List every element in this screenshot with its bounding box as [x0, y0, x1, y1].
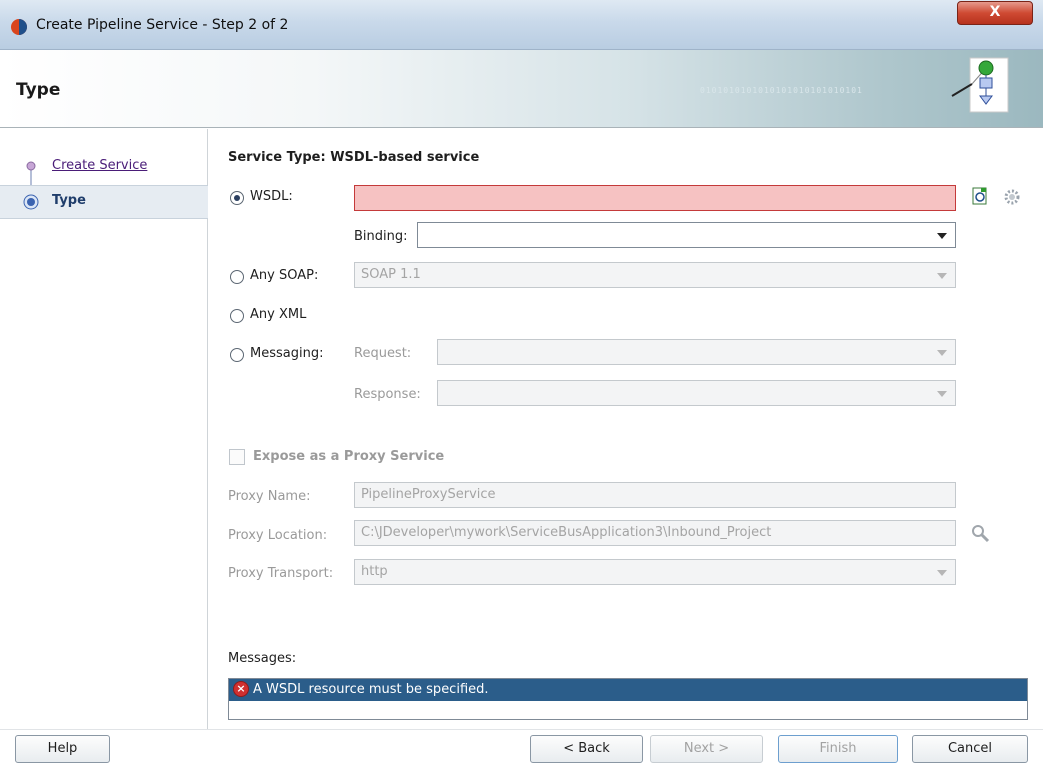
- chevron-down-icon: [937, 350, 947, 356]
- chevron-down-icon: [937, 273, 947, 279]
- header-banner: [0, 50, 1043, 128]
- proxy-transport-value: http: [361, 564, 388, 579]
- messaging-label: Messaging:: [250, 346, 324, 361]
- app-icon: [11, 19, 27, 35]
- current-step-icon: [23, 194, 39, 210]
- proxy-transport-select: http: [354, 559, 956, 585]
- finish-button: Finish: [778, 735, 898, 763]
- proxy-name-label: Proxy Name:: [228, 489, 311, 504]
- expose-proxy-label: Expose as a Proxy Service: [253, 449, 445, 464]
- proxy-transport-label: Proxy Transport:: [228, 566, 334, 581]
- proxy-name-input: PipelineProxyService: [354, 482, 956, 508]
- nav-item-create-service[interactable]: Create Service: [52, 158, 147, 173]
- any-soap-label: Any SOAP:: [250, 268, 319, 283]
- message-text: A WSDL resource must be specified.: [253, 682, 489, 697]
- window-title: Create Pipeline Service - Step 2 of 2: [36, 17, 289, 33]
- chevron-down-icon: [937, 233, 947, 239]
- nav-item-type[interactable]: Type: [52, 193, 86, 208]
- request-select: [437, 339, 956, 365]
- page-title: Type: [16, 80, 61, 100]
- error-icon: ×: [233, 681, 249, 697]
- messaging-radio[interactable]: [230, 348, 244, 362]
- footer-divider: [0, 729, 1043, 730]
- soap-version-value: SOAP 1.1: [361, 267, 421, 282]
- chevron-down-icon: [937, 570, 947, 576]
- response-select: [437, 380, 956, 406]
- messages-label: Messages:: [228, 651, 297, 666]
- request-label: Request:: [354, 346, 412, 361]
- any-xml-radio[interactable]: [230, 309, 244, 323]
- proxy-location-input: C:\JDeveloper\mywork\ServiceBusApplicati…: [354, 520, 956, 546]
- binding-label: Binding:: [354, 229, 408, 244]
- wsdl-input[interactable]: [354, 185, 956, 211]
- service-type-title: Service Type: WSDL-based service: [228, 150, 480, 165]
- cancel-button[interactable]: Cancel: [912, 735, 1028, 763]
- wsdl-label: WSDL:: [250, 189, 293, 204]
- close-button[interactable]: X: [957, 1, 1033, 25]
- proxy-location-label: Proxy Location:: [228, 528, 328, 543]
- any-xml-label: Any XML: [250, 307, 307, 322]
- help-button[interactable]: Help: [15, 735, 110, 763]
- pipeline-wizard-icon: [951, 57, 1009, 113]
- next-button: Next >: [650, 735, 763, 763]
- browse-wsdl-icon[interactable]: [970, 186, 990, 206]
- header-decor-text: 0101010101010101010101010101: [700, 86, 863, 95]
- any-soap-radio[interactable]: [230, 270, 244, 284]
- search-icon: [972, 525, 990, 543]
- gear-icon[interactable]: [1003, 188, 1021, 206]
- back-button[interactable]: < Back: [530, 735, 643, 763]
- wsdl-radio[interactable]: [230, 191, 244, 205]
- binding-select[interactable]: [417, 222, 956, 248]
- expose-proxy-checkbox[interactable]: [229, 449, 245, 465]
- chevron-down-icon: [937, 391, 947, 397]
- response-label: Response:: [354, 387, 421, 402]
- soap-version-select: SOAP 1.1: [354, 262, 956, 288]
